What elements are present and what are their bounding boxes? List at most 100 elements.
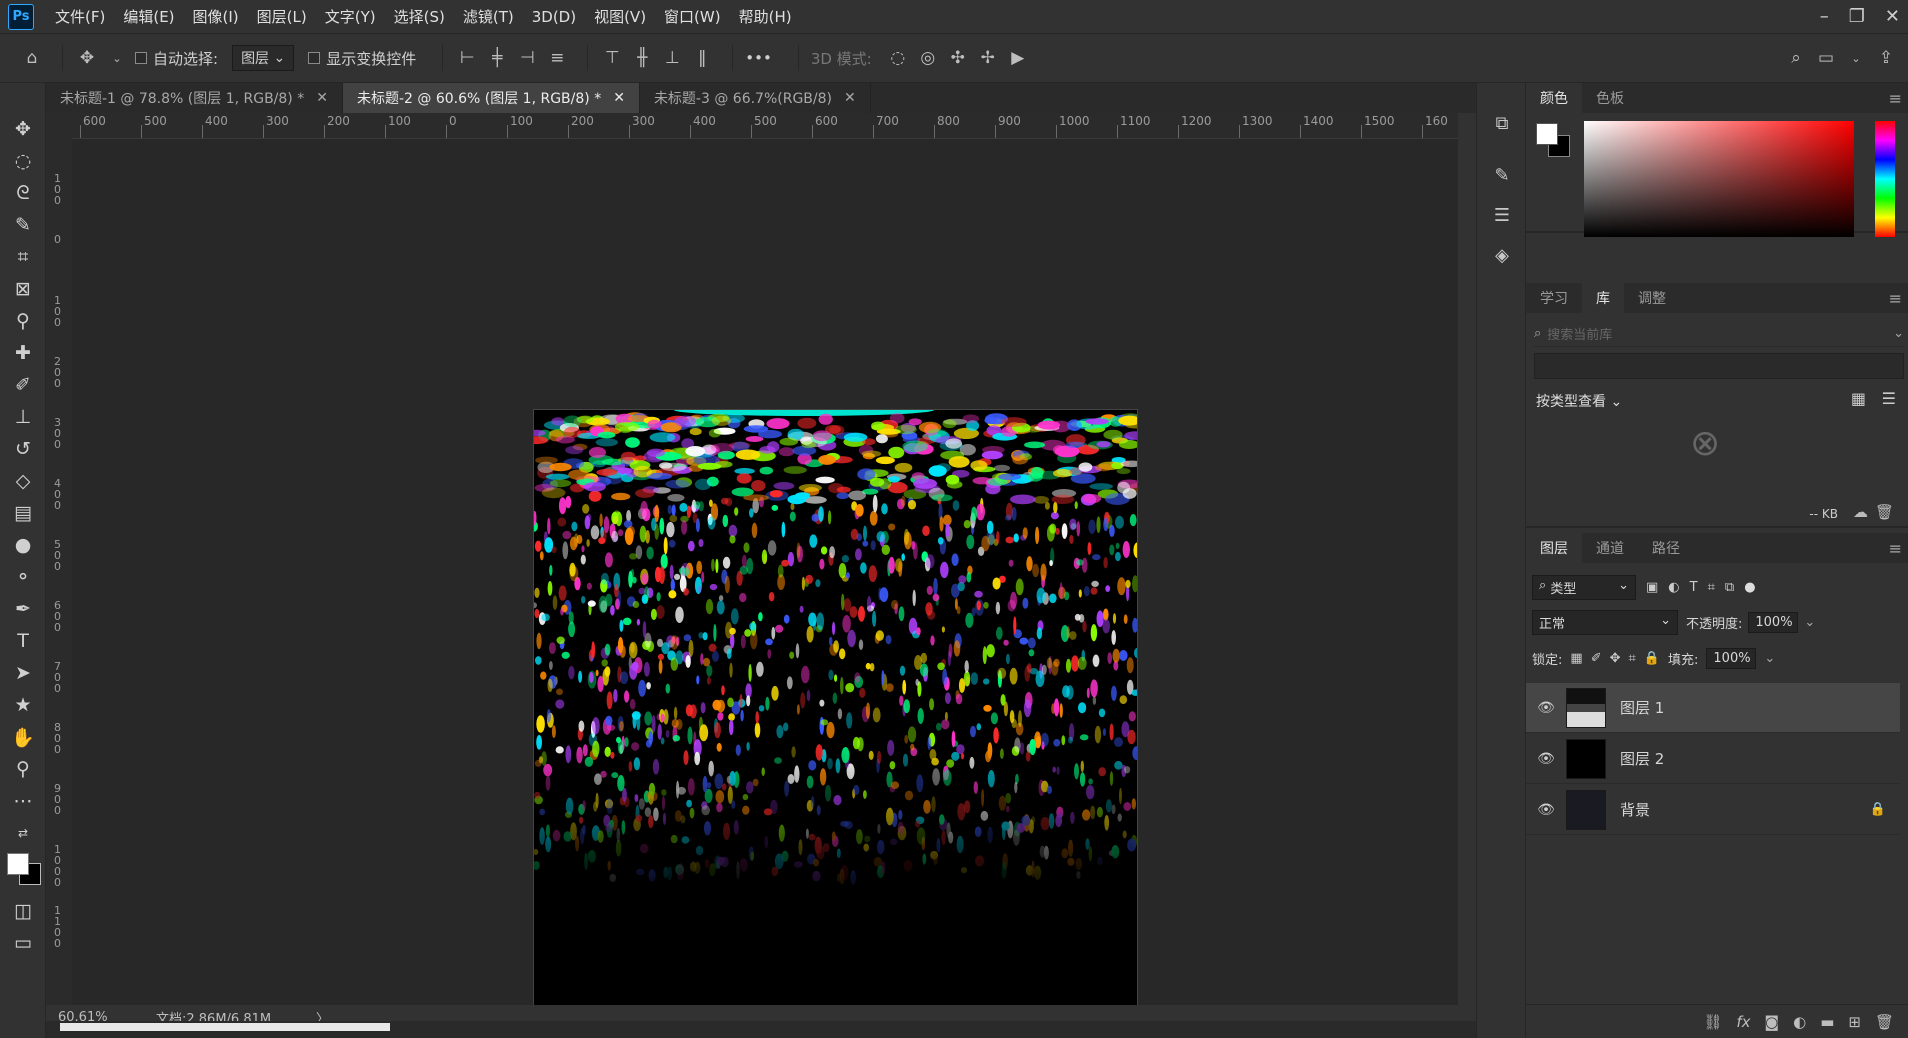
blend-mode-dropdown[interactable]: 正常 ⌄ (1532, 609, 1678, 635)
visibility-eye-icon[interactable]: 👁 (1526, 751, 1566, 767)
close-icon[interactable]: ✕ (316, 90, 328, 106)
doc-tab-1[interactable]: 未标题-1 @ 78.8% (图层 1, RGB/8) * ✕ (46, 83, 343, 113)
scrollbar-thumb[interactable] (60, 1023, 390, 1031)
brush-tool-icon[interactable]: ✐ (0, 369, 46, 401)
pen-tool-icon[interactable]: ✒ (0, 593, 46, 625)
auto-select-dropdown[interactable]: 图层 ⌄ (232, 45, 295, 71)
cloud-sync-icon[interactable]: ☁ (1853, 503, 1868, 521)
hue-slider[interactable] (1875, 121, 1895, 237)
mask-icon[interactable]: ◙ (1765, 1013, 1780, 1031)
trash-icon[interactable]: 🗑 (1875, 1013, 1894, 1031)
align-middle-icon[interactable]: ╫ (630, 46, 654, 70)
workspace-icon[interactable]: ▭ (1814, 46, 1838, 70)
frame-tool-icon[interactable]: ⊠ (0, 273, 46, 305)
layer-row[interactable]: 👁 背景 🔒 (1526, 785, 1900, 835)
shape-filter-icon[interactable]: ⌗ (1708, 580, 1715, 595)
path-select-tool-icon[interactable]: ➤ (0, 657, 46, 689)
move-tool-icon[interactable]: ✥ (0, 113, 46, 145)
library-search-input[interactable]: 搜索当前库 (1547, 324, 1612, 343)
fx-icon[interactable]: fx (1736, 1013, 1750, 1031)
grid-view-icon[interactable]: ▦ (1851, 389, 1866, 408)
filter-toggle-icon[interactable]: ● (1744, 580, 1755, 595)
view-by-type-dropdown[interactable]: 按类型查看 ⌄ (1536, 391, 1622, 411)
history-brush-tool-icon[interactable]: ↺ (0, 433, 46, 465)
tab-channels[interactable]: 通道 (1582, 533, 1638, 563)
chevron-down-icon[interactable]: ⌄ (1804, 615, 1815, 630)
close-icon[interactable]: ✕ (613, 90, 625, 106)
shape-tool-icon[interactable]: ★ (0, 689, 46, 721)
home-icon[interactable]: ⌂ (20, 46, 44, 70)
lock-artboard-icon[interactable]: ⌗ (1629, 651, 1636, 666)
marquee-tool-icon[interactable]: ◌ (0, 145, 46, 177)
menu-help[interactable]: 帮助(H) (730, 6, 801, 27)
brush-settings-icon[interactable]: ✎ (1477, 155, 1527, 195)
restore-button[interactable]: ❐ (1849, 6, 1865, 27)
blur-tool-icon[interactable]: ● (0, 529, 46, 561)
canvas-area[interactable] (72, 139, 1458, 1014)
document-canvas[interactable] (533, 409, 1138, 1014)
align-right-icon[interactable]: ⊣ (515, 46, 539, 70)
menu-type[interactable]: 文字(Y) (316, 6, 385, 27)
history-panel-icon[interactable]: ⧉ (1477, 103, 1527, 143)
layer-filter-dropdown[interactable]: ⌕ 类型 ⌄ (1532, 574, 1636, 600)
tab-swatches[interactable]: 色板 (1582, 83, 1638, 113)
visibility-eye-icon[interactable]: 👁 (1526, 700, 1566, 716)
chevron-down-icon[interactable]: ⌄ (1764, 651, 1775, 666)
lock-position-icon[interactable]: ✥ (1610, 651, 1621, 666)
panel-menu-icon[interactable]: ≡ (1889, 89, 1902, 108)
horizontal-ruler[interactable]: 600 500 400 300 200 100 0 100 200 300 400 500 600 700… (72, 113, 1458, 139)
pan-3d-icon[interactable]: ✣ (946, 46, 970, 70)
smart-object-filter-icon[interactable]: ⧉ (1725, 580, 1734, 595)
quick-mask-icon[interactable]: ◫ (0, 895, 46, 927)
more-options-button[interactable]: ••• (745, 49, 772, 67)
roll-3d-icon[interactable]: ◎ (916, 46, 940, 70)
opacity-input[interactable]: 100% (1748, 611, 1799, 633)
layer-row[interactable]: 👁 图层 1 (1526, 683, 1900, 733)
align-top-icon[interactable]: ⊤ (600, 46, 624, 70)
minimize-button[interactable]: – (1820, 6, 1829, 27)
color-field[interactable] (1584, 121, 1854, 237)
chevron-down-icon[interactable]: ⌄ (1844, 46, 1868, 70)
menu-layer[interactable]: 图层(L) (248, 6, 316, 27)
layer-row[interactable]: 👁 图层 2 (1526, 734, 1900, 784)
foreground-color-swatch[interactable] (7, 853, 29, 875)
share-icon[interactable]: ⇪ (1874, 46, 1898, 70)
layer-name[interactable]: 背景 (1620, 799, 1650, 820)
type-filter-icon[interactable]: T (1690, 580, 1698, 595)
pixel-filter-icon[interactable]: ▣ (1646, 580, 1658, 595)
layer-name[interactable]: 图层 1 (1620, 697, 1664, 718)
show-transform-checkbox[interactable]: 显示变换控件 (308, 48, 416, 69)
eraser-tool-icon[interactable]: ◇ (0, 465, 46, 497)
auto-select-checkbox[interactable]: 自动选择: (135, 48, 218, 69)
crop-tool-icon[interactable]: ⌗ (0, 241, 46, 273)
vertical-scrollbar[interactable] (1458, 113, 1476, 1005)
vertical-ruler[interactable]: 1 0 0 0 1 0 0 2 0 0 3 0 0 4 0 0 5 0 0 6 0 0 7 0 … (46, 139, 72, 1005)
properties-panel-icon[interactable]: ☰ (1477, 195, 1527, 235)
checkbox-icon[interactable] (308, 52, 321, 64)
menu-image[interactable]: 图像(I) (184, 6, 248, 27)
visibility-eye-icon[interactable]: 👁 (1526, 802, 1566, 818)
move-tool-icon[interactable]: ✥ (75, 46, 99, 70)
search-icon[interactable]: ⌕ (1784, 46, 1808, 70)
type-tool-icon[interactable]: T (0, 625, 46, 657)
distribute-icon[interactable]: ≡ (545, 46, 569, 70)
eyedropper-tool-icon[interactable]: ⚲ (0, 305, 46, 337)
library-search[interactable]: ⌕ 搜索当前库 ⌄ (1534, 321, 1904, 347)
menu-file[interactable]: 文件(F) (46, 6, 114, 27)
list-view-icon[interactable]: ☰ (1882, 389, 1896, 408)
adjustment-filter-icon[interactable]: ◐ (1668, 580, 1679, 595)
stamp-tool-icon[interactable]: ⊥ (0, 401, 46, 433)
doc-tab-3[interactable]: 未标题-3 @ 66.7%(RGB/8) ✕ (640, 83, 871, 113)
close-button[interactable]: ✕ (1885, 6, 1900, 27)
tab-adjustments[interactable]: 调整 (1624, 283, 1680, 313)
menu-window[interactable]: 窗口(W) (655, 6, 730, 27)
orbit-3d-icon[interactable]: ◌ (886, 46, 910, 70)
lock-image-icon[interactable]: ✐ (1591, 651, 1602, 666)
zoom-tool-icon[interactable]: ⚲ (0, 753, 46, 785)
screen-mode-icon[interactable]: ▭ (0, 927, 46, 959)
3d-panel-icon[interactable]: ◈ (1477, 235, 1527, 275)
menu-3d[interactable]: 3D(D) (523, 8, 585, 26)
slide-3d-icon[interactable]: ✢ (976, 46, 1000, 70)
dodge-tool-icon[interactable]: ⚬ (0, 561, 46, 593)
adjustment-icon[interactable]: ◐ (1793, 1013, 1806, 1031)
